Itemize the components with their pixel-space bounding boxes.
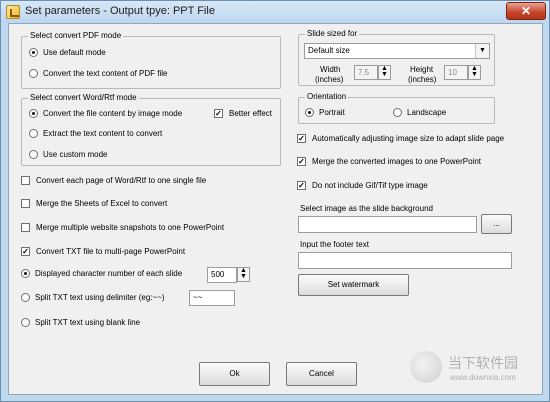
txt-multipage-checkbox[interactable]: ✓ Convert TXT file to multi-page PowerPo… — [21, 247, 185, 256]
footer-input[interactable] — [298, 252, 512, 269]
slide-size-value: Default size — [308, 46, 350, 55]
delimiter-radio[interactable]: Split TXT text using delimiter (eg:~~) — [21, 293, 165, 302]
radio-button[interactable] — [29, 129, 38, 138]
background-label: Select image as the slide background — [300, 204, 433, 213]
auto-adjust-checkbox[interactable]: ✓ Automatically adjusting image size to … — [297, 134, 504, 143]
height-input[interactable]: 10 — [444, 65, 468, 80]
height-unit-label: (inches) — [408, 75, 437, 84]
chevron-down-icon[interactable]: ▼ — [475, 44, 489, 58]
radio-button[interactable] — [29, 69, 38, 78]
set-watermark-button[interactable]: Set watermark — [298, 274, 409, 296]
no-gif-checkbox[interactable]: ✓ Do not include Gif/Tif type image — [297, 181, 428, 190]
site-watermark-text: 当下软件园 — [448, 355, 518, 371]
merge-images-checkbox[interactable]: ✓ Merge the converted images to one Powe… — [297, 157, 481, 166]
checkbox[interactable]: ✓ — [297, 134, 306, 143]
title-bar[interactable]: Set parameters - Output tpye: PPT File ✕ — [1, 1, 549, 23]
height-stepper[interactable]: ▲ ▼ — [468, 65, 481, 80]
char-count-radio[interactable]: Displayed character number of each slide — [21, 269, 182, 278]
slide-size-legend: Slide sized for — [305, 29, 360, 38]
landscape-label: Landscape — [407, 108, 447, 117]
word-mode-legend: Select convert Word/Rtf mode — [28, 93, 139, 102]
app-icon — [6, 5, 20, 19]
checkbox[interactable] — [21, 176, 30, 185]
merge-snapshots-label: Merge multiple website snapshots to one … — [36, 223, 225, 232]
word-custom-mode-label: Use custom mode — [43, 150, 108, 159]
window-title: Set parameters - Output tpye: PPT File — [25, 5, 215, 17]
orientation-legend: Orientation — [305, 92, 349, 101]
radio-button[interactable] — [29, 150, 38, 159]
width-input[interactable]: 7.5 — [354, 65, 378, 80]
merge-sheets-label: Merge the Sheets of Excel to convert — [36, 199, 168, 208]
txt-multipage-label: Convert TXT file to multi-page PowerPoin… — [36, 247, 186, 256]
char-count-input[interactable]: 500 — [207, 267, 237, 283]
close-button[interactable]: ✕ — [506, 2, 546, 20]
radio-button[interactable] — [305, 108, 314, 117]
slide-size-group: Slide sized for Default size ▼ Width (in… — [298, 29, 495, 86]
radio-button[interactable] — [29, 48, 38, 57]
blank-line-radio[interactable]: Split TXT text using blank line — [21, 318, 140, 327]
slide-size-select[interactable]: Default size ▼ — [304, 43, 490, 59]
orientation-group: Orientation Portrait Landscape — [298, 92, 495, 124]
pdf-text-content-radio[interactable]: Convert the text content of PDF file — [29, 69, 168, 78]
checkbox[interactable]: ✓ — [297, 157, 306, 166]
radio-button[interactable] — [21, 269, 30, 278]
merge-images-label: Merge the converted images to one PowerP… — [312, 157, 481, 166]
cancel-button[interactable]: Cancel — [286, 362, 357, 386]
footer-label: Input the footer text — [300, 240, 369, 249]
word-mode-group: Select convert Word/Rtf mode Convert the… — [21, 93, 281, 166]
word-custom-mode-radio[interactable]: Use custom mode — [29, 150, 107, 159]
radio-button[interactable] — [21, 318, 30, 327]
browse-button[interactable]: ... — [481, 214, 512, 234]
width-label: Width — [320, 65, 341, 74]
checkbox[interactable]: ✓ — [21, 247, 30, 256]
auto-adjust-label: Automatically adjusting image size to ad… — [312, 134, 505, 143]
checkbox[interactable] — [21, 199, 30, 208]
site-watermark-url: www.downxia.com — [450, 373, 516, 382]
word-extract-text-radio[interactable]: Extract the text content to convert — [29, 129, 162, 138]
checkbox[interactable]: ✓ — [297, 181, 306, 190]
better-effect-label: Better effect — [229, 109, 272, 118]
delimiter-label: Split TXT text using delimiter (eg:~~) — [35, 293, 165, 302]
char-count-label: Displayed character number of each slide — [35, 269, 183, 278]
background-input[interactable] — [298, 216, 477, 233]
width-stepper[interactable]: ▲ ▼ — [378, 65, 391, 80]
pdf-mode-legend: Select convert PDF mode — [28, 31, 124, 40]
pdf-default-mode-radio[interactable]: Use default mode — [29, 48, 106, 57]
no-gif-label: Do not include Gif/Tif type image — [312, 181, 428, 190]
merge-sheets-checkbox[interactable]: Merge the Sheets of Excel to convert — [21, 199, 167, 208]
width-unit-label: (inches) — [315, 75, 344, 84]
merge-snapshots-checkbox[interactable]: Merge multiple website snapshots to one … — [21, 223, 224, 232]
word-image-mode-label: Convert the file content by image mode — [43, 109, 183, 118]
word-extract-text-label: Extract the text content to convert — [43, 129, 163, 138]
char-count-stepper[interactable]: ▲ ▼ — [237, 267, 250, 282]
radio-button[interactable] — [29, 109, 38, 118]
pdf-mode-group: Select convert PDF mode Use default mode… — [21, 31, 281, 89]
dialog-window: Set parameters - Output tpye: PPT File ✕… — [0, 0, 550, 402]
radio-button[interactable] — [393, 108, 402, 117]
portrait-label: Portrait — [319, 108, 345, 117]
dialog-body: Select convert PDF mode Use default mode… — [8, 23, 543, 395]
pdf-default-mode-label: Use default mode — [43, 48, 106, 57]
pdf-text-content-label: Convert the text content of PDF file — [43, 69, 168, 78]
blank-line-label: Split TXT text using blank line — [35, 318, 141, 327]
each-page-label: Convert each page of Word/Rtf to one sin… — [36, 176, 207, 185]
delimiter-input[interactable]: ~~ — [189, 290, 235, 306]
portrait-radio[interactable]: Portrait — [305, 108, 345, 117]
better-effect-checkbox[interactable]: ✓ Better effect — [214, 109, 272, 118]
radio-button[interactable] — [21, 293, 30, 302]
each-page-checkbox[interactable]: Convert each page of Word/Rtf to one sin… — [21, 176, 206, 185]
checkbox[interactable] — [21, 223, 30, 232]
word-image-mode-radio[interactable]: Convert the file content by image mode — [29, 109, 182, 118]
height-label: Height — [410, 65, 434, 74]
landscape-radio[interactable]: Landscape — [393, 108, 446, 117]
site-watermark-logo — [410, 351, 442, 383]
checkbox[interactable]: ✓ — [214, 109, 223, 118]
ok-button[interactable]: Ok — [199, 362, 270, 386]
